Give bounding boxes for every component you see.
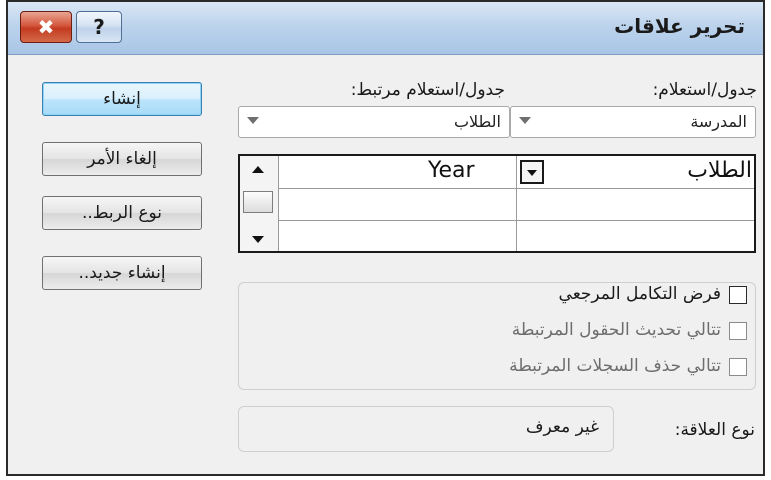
relationship-type-value: غير معرف (525, 417, 599, 437)
close-icon: ✖ (37, 15, 55, 39)
scroll-down-icon[interactable] (252, 236, 264, 243)
field-match-grid: الطلاب Year (238, 154, 756, 253)
grid-scrollbar[interactable] (240, 156, 279, 251)
table-query-combo[interactable]: المدرسة (510, 106, 756, 138)
cascade-update-label[interactable]: تتالي تحديث الحقول المرتبطة (512, 320, 721, 340)
enforce-integrity-option[interactable]: فرض التكامل المرجعي (447, 284, 747, 308)
title-bar: ✖ ? تحرير علاقات (8, 2, 763, 55)
cascade-delete-option[interactable]: تتالي حذف السجلات المرتبطة (417, 356, 747, 380)
relationship-type-label: نوع العلاقة: (674, 420, 755, 440)
help-button[interactable]: ? (76, 11, 122, 43)
join-type-button[interactable]: نوع الربط.. (42, 196, 202, 230)
cascade-update-option[interactable]: تتالي تحديث الحقول المرتبطة (427, 320, 747, 344)
cascade-delete-label[interactable]: تتالي حذف السجلات المرتبطة (509, 356, 721, 376)
related-table-query-combo[interactable]: الطلاب (238, 106, 510, 138)
dialog-title: تحرير علاقات (614, 14, 745, 38)
cancel-button[interactable]: إلغاء الأمر (42, 142, 202, 176)
grid-row-divider (278, 188, 754, 189)
grid-row-divider (278, 220, 754, 221)
related-table-query-label: جدول/استعلام مرتبط: (350, 80, 505, 100)
chevron-down-icon (527, 170, 537, 176)
enforce-integrity-label[interactable]: فرض التكامل المرجعي (559, 284, 721, 304)
related-table-query-value: الطلاب (453, 112, 501, 131)
relationship-type-box: غير معرف (238, 406, 614, 452)
related-field-cell[interactable]: Year (428, 158, 475, 183)
cascade-delete-checkbox[interactable] (729, 358, 747, 376)
grid-column-divider (516, 156, 517, 251)
cascade-update-checkbox[interactable] (729, 322, 747, 340)
field-dropdown-button[interactable] (520, 160, 544, 184)
close-button[interactable]: ✖ (20, 11, 72, 43)
create-button[interactable]: إنشاء (42, 82, 202, 116)
scroll-up-icon[interactable] (252, 166, 264, 173)
help-icon: ? (93, 15, 105, 39)
table-query-label: جدول/استعلام: (652, 80, 757, 100)
chevron-down-icon[interactable] (519, 117, 531, 124)
create-new-button[interactable]: إنشاء جديد.. (42, 256, 202, 290)
table-query-value: المدرسة (690, 112, 747, 131)
table-field-cell[interactable]: الطلاب (687, 158, 752, 183)
enforce-integrity-checkbox[interactable] (729, 286, 747, 304)
edit-relationships-dialog: ✖ ? تحرير علاقات جدول/استعلام: جدول/استع… (6, 0, 765, 476)
chevron-down-icon[interactable] (247, 117, 259, 124)
scroll-thumb[interactable] (243, 191, 273, 213)
